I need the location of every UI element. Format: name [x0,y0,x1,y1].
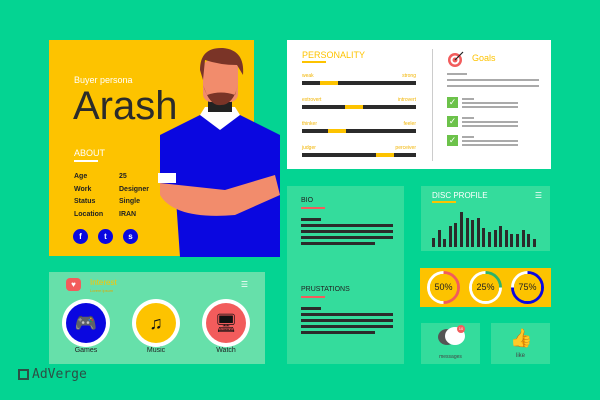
disc-bar [460,212,463,247]
trait-right-label: feeler [403,121,416,127]
about-key: Work [74,185,92,193]
trait-indicator [345,105,364,109]
ring-label: 50% [434,282,453,292]
messages-badge: 10 [457,325,465,333]
about-value: IRAN [119,210,137,218]
trait-slider [302,105,416,109]
disc-bar [532,239,536,247]
trait-indicator [328,129,347,133]
trait-indicator [376,153,395,157]
about-value: 25 [119,173,127,180]
disc-bar [454,223,458,247]
disc-bar [437,229,441,247]
interest-title: Interest [90,278,117,287]
interest-label: Watch [216,347,236,354]
interest-music[interactable]: ♫ [136,303,176,343]
checkbox-icon: ✓ [447,135,458,146]
title-underline [302,61,326,63]
personality-goals-card: PERSONALITY weak strong extrovert introv… [287,40,551,169]
disc-bar [527,234,531,247]
trait-slider [302,153,416,157]
checkbox-icon: ✓ [447,97,458,108]
about-value: Single [119,198,141,205]
disc-profile-card: DISC PROFILE ☰ [421,186,550,251]
like-card[interactable]: 👍 like [491,323,550,364]
messages-label: messages [439,354,462,360]
trait-indicator [320,81,339,85]
interest-label: Music [146,347,166,354]
personality-title: PERSONALITY [302,50,366,60]
interest-card: ♥ Interest Lorem ipsum ☰ 🎮 Games ♫ Music 🖥… [49,272,265,364]
interest-games[interactable]: 🎮 [66,303,106,343]
disc-bar [465,218,469,247]
trait-slider [302,129,416,133]
percent-ring: 75% [511,271,544,304]
disc-bar [521,229,525,247]
about-title: ABOUT [74,148,106,158]
target-icon [448,51,464,67]
about-underline [74,160,98,162]
about-value: Designer [119,185,149,193]
about-key: Status [74,198,96,205]
about-key: Age [74,173,88,180]
menu-icon[interactable]: ☰ [535,191,542,200]
disc-bar [504,229,508,247]
divider [432,49,433,161]
logo-text: AdVerge [32,367,87,382]
monitor-icon: 🖥 [214,312,238,333]
checkbox-icon: ✓ [447,116,458,127]
frustrations-title: PRUSTATIONS [301,286,350,293]
disc-bar [482,227,486,247]
disc-bar [510,234,514,247]
disc-bar [488,232,491,247]
goals-title: Goals [472,53,496,63]
percent-rings-card: 50% 25% 75% [420,268,551,307]
facebook-icon[interactable]: f [73,229,88,244]
adverge-logo: AdVerge [18,367,87,382]
trait-right-label: strong [402,73,416,79]
bio-title: BIO [301,197,314,204]
disc-bar [493,229,497,247]
twitter-icon[interactable]: t [98,229,113,244]
thumbs-up-icon: 👍 [510,328,533,348]
percent-ring: 50% [427,271,460,304]
disc-bar [432,238,435,247]
gamepad-icon: 🎮 [74,312,98,333]
music-icon: ♫ [149,312,163,333]
percent-ring: 25% [469,271,502,304]
bio-card: BIO PRUSTATIONS [287,186,404,364]
disc-bar [499,226,503,247]
heart-icon: ♥ [66,278,81,291]
disc-bar [471,219,475,247]
disc-bar [443,239,447,247]
interest-watch[interactable]: 🖥 [206,303,246,343]
ring-label: 25% [476,282,495,292]
trait-right-label: perceiver [395,145,416,151]
messages-card[interactable]: 10 messages [421,323,480,364]
disc-title: DISC PROFILE [432,191,488,200]
ring-label: 75% [518,282,537,292]
interest-subtitle: Lorem ipsum [90,288,114,293]
about-key: Location [74,210,104,218]
trait-right-label: introvert [397,97,416,103]
disc-bar [476,218,480,247]
disc-bar [516,234,519,247]
trait-slider [302,81,416,85]
skype-icon[interactable]: s [123,229,138,244]
disc-bar [448,226,452,247]
like-label: like [515,353,525,359]
character-illustration [158,47,280,257]
interest-label: Games [74,347,98,354]
menu-icon[interactable]: ☰ [241,280,248,289]
